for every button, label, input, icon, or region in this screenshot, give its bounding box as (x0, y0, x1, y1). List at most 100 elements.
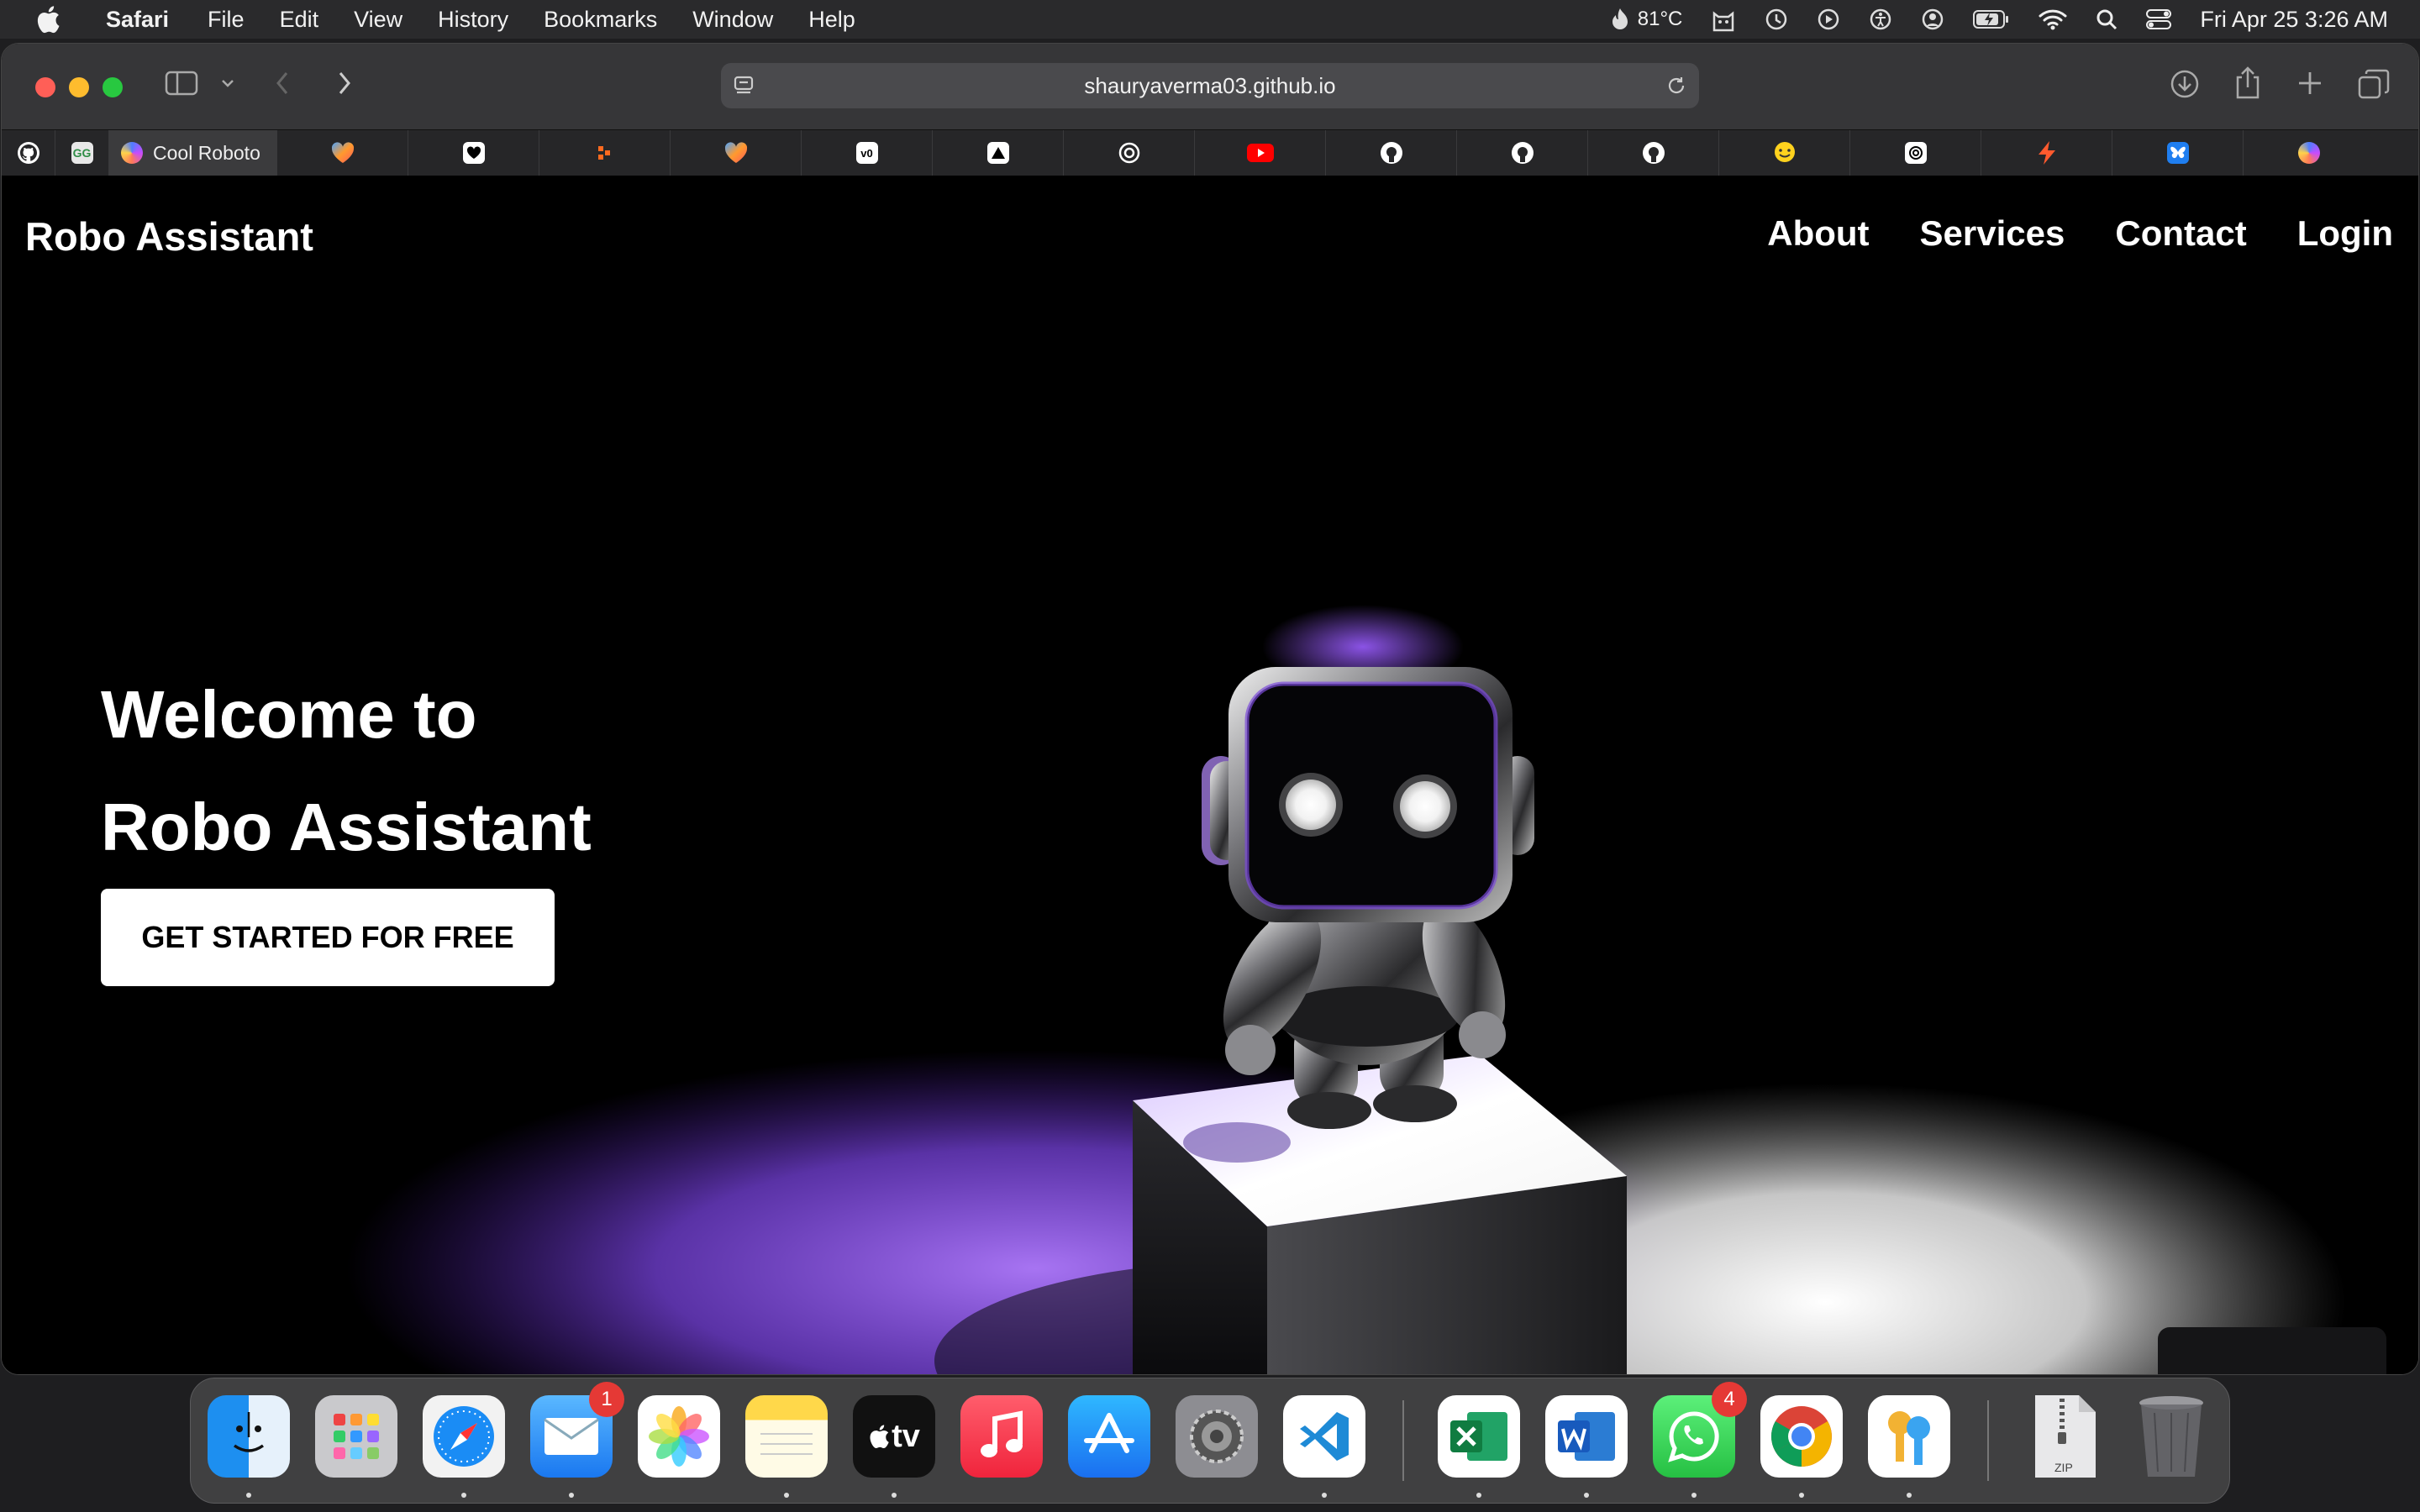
tab-gfg-pinned[interactable]: GG (55, 130, 109, 176)
v0-icon: v0 (855, 142, 878, 164)
sidebar-toggle-icon[interactable] (165, 69, 198, 97)
chrome-icon[interactable] (1760, 1395, 1843, 1478)
apple-tv-icon[interactable]: tv (853, 1395, 935, 1478)
menu-window[interactable]: Window (692, 7, 773, 33)
openai-icon (1904, 142, 1927, 164)
tab-heart-1[interactable] (277, 130, 408, 176)
word-icon[interactable] (1545, 1395, 1628, 1478)
address-bar[interactable]: shauryaverma03.github.io (721, 63, 1699, 108)
whatsapp-icon[interactable]: 4 (1653, 1382, 1747, 1478)
github-icon (1511, 142, 1534, 164)
active-tab-label: Cool Roboto (153, 141, 260, 164)
browser-toolbar: shauryaverma03.github.io (2, 44, 2418, 129)
play-icon[interactable] (1817, 8, 1840, 31)
wifi-icon[interactable] (2039, 8, 2067, 30)
gemini-orb-icon (121, 142, 143, 164)
tab-cool-roboto[interactable]: Cool Roboto (109, 130, 277, 176)
chat-widget[interactable] (2158, 1327, 2386, 1374)
tab-youtube[interactable] (1195, 130, 1326, 176)
menu-edit[interactable]: Edit (280, 7, 319, 33)
nav-about[interactable]: About (1767, 213, 1869, 254)
reload-icon[interactable] (1665, 75, 1687, 97)
nav-contact[interactable]: Contact (2115, 213, 2246, 254)
clock[interactable]: Fri Apr 25 3:26 AM (2200, 7, 2388, 33)
tab-overview-icon[interactable] (2358, 69, 2390, 99)
zip-archive-icon[interactable]: ZIP (2024, 1395, 2107, 1478)
tab-github-pinned[interactable] (2, 130, 55, 176)
new-tab-plus-icon[interactable] (2296, 69, 2324, 97)
tab-orange-blocks[interactable] (539, 130, 671, 176)
chevron-down-icon[interactable] (220, 77, 235, 89)
time-machine-icon[interactable] (1765, 8, 1788, 31)
accessibility-icon[interactable] (1869, 8, 1892, 31)
tab-github-1[interactable] (1326, 130, 1457, 176)
tab-openai-2[interactable] (1850, 130, 1981, 176)
geeksforgeeks-icon: GG (71, 142, 93, 164)
tab-openai-1[interactable] (1064, 130, 1195, 176)
menu-file[interactable]: File (208, 7, 245, 33)
zoom-window-button[interactable] (103, 77, 123, 97)
battery-icon[interactable] (1973, 9, 2010, 29)
url-text: shauryaverma03.github.io (1084, 72, 1336, 98)
user-account-icon[interactable] (1921, 8, 1944, 31)
forward-arrow-icon[interactable] (334, 69, 355, 97)
menu-bookmarks[interactable]: Bookmarks (544, 7, 657, 33)
control-center-icon[interactable] (2146, 8, 2172, 30)
nav-services[interactable]: Services (1920, 213, 2065, 254)
nav-login[interactable]: Login (2297, 213, 2393, 254)
system-settings-icon[interactable] (1176, 1395, 1258, 1478)
finder-icon[interactable] (208, 1395, 290, 1478)
whatsapp-badge: 4 (1712, 1382, 1747, 1417)
app-store-icon[interactable] (1068, 1395, 1150, 1478)
apple-menu-icon[interactable] (35, 5, 60, 34)
tab-gemini[interactable] (2244, 130, 2375, 176)
downloads-icon[interactable] (2170, 69, 2200, 99)
excel-icon[interactable] (1438, 1395, 1520, 1478)
page-menu-icon[interactable] (733, 75, 755, 97)
tab-bolt[interactable] (1981, 130, 2112, 176)
trash-icon[interactable] (2130, 1395, 2212, 1478)
running-indicator (1476, 1493, 1481, 1498)
tv-label: tv (892, 1418, 920, 1454)
tab-hugging-face[interactable] (1719, 130, 1850, 176)
triangle-logo-icon (986, 142, 1009, 164)
launchpad-icon[interactable] (315, 1395, 397, 1478)
passwords-icon[interactable] (1868, 1395, 1950, 1478)
tab-github-2[interactable] (1457, 130, 1588, 176)
safari-icon[interactable] (423, 1395, 505, 1478)
orange-blocks-icon (597, 146, 610, 160)
page-viewport: Robo Assistant About Services Contact Lo… (2, 176, 2418, 1374)
share-icon[interactable] (2233, 66, 2262, 99)
menu-app-name[interactable]: Safari (106, 7, 169, 33)
tab-bluesky[interactable] (2112, 130, 2244, 176)
tab-v0[interactable]: v0 (802, 130, 933, 176)
gemini-orb-icon (2298, 142, 2320, 164)
back-arrow-icon[interactable] (272, 69, 292, 97)
mail-badge: 1 (589, 1382, 624, 1417)
tab-heart-box[interactable] (408, 130, 539, 176)
menu-history[interactable]: History (438, 7, 508, 33)
mail-icon[interactable]: 1 (530, 1382, 624, 1478)
site-brand[interactable]: Robo Assistant (25, 213, 313, 260)
photos-icon[interactable] (638, 1395, 720, 1478)
menu-view[interactable]: View (354, 7, 402, 33)
cat-menu-icon[interactable] (1711, 7, 1736, 32)
hero-line-1: Welcome to (101, 677, 477, 752)
temperature-widget[interactable]: 81°C (1611, 7, 1682, 32)
hero-line-2: Robo Assistant (101, 790, 592, 864)
spotlight-search-icon[interactable] (2096, 8, 2118, 30)
hero-title: Welcome to Robo Assistant (101, 659, 592, 884)
menu-help[interactable]: Help (808, 7, 855, 33)
music-icon[interactable] (960, 1395, 1043, 1478)
tab-triangle[interactable] (933, 130, 1064, 176)
butterfly-icon (2166, 142, 2189, 164)
minimize-window-button[interactable] (69, 77, 89, 97)
vscode-icon[interactable] (1283, 1395, 1365, 1478)
heart-icon (331, 142, 354, 163)
hugging-face-icon (1774, 142, 1795, 162)
tab-github-3[interactable] (1588, 130, 1719, 176)
get-started-button[interactable]: GET STARTED FOR FREE (101, 889, 555, 986)
notes-icon[interactable] (745, 1395, 828, 1478)
tab-heart-2[interactable] (671, 130, 802, 176)
close-window-button[interactable] (35, 77, 55, 97)
